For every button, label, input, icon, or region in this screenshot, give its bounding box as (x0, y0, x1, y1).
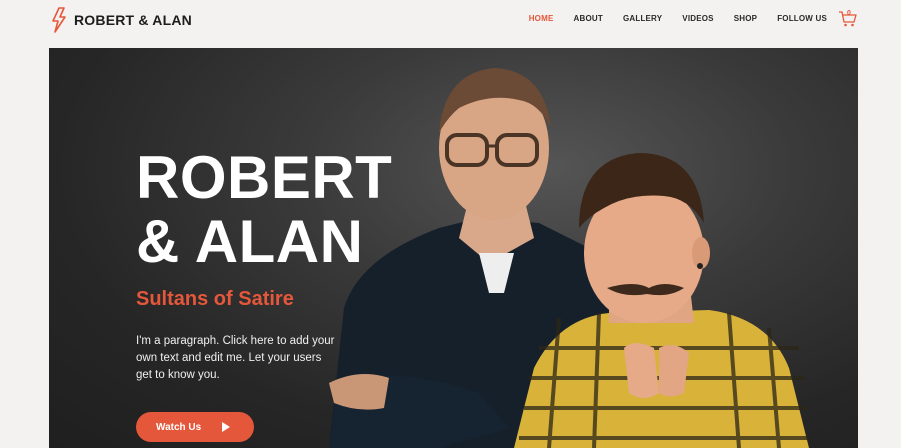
lightning-bolt-icon (52, 7, 66, 33)
cart-button[interactable]: 0 (838, 8, 858, 28)
nav-about[interactable]: ABOUT (574, 14, 603, 23)
nav-gallery[interactable]: GALLERY (623, 14, 662, 23)
site-header: ROBERT & ALAN HOME ABOUT GALLERY VIDEOS … (0, 0, 901, 46)
watch-us-button[interactable]: Watch Us (136, 412, 254, 442)
nav-videos[interactable]: VIDEOS (682, 14, 713, 23)
nav-shop[interactable]: SHOP (734, 14, 757, 23)
site-logo[interactable]: ROBERT & ALAN (50, 6, 192, 34)
play-icon (222, 422, 230, 432)
hero-paragraph: I'm a paragraph. Click here to add your … (136, 335, 335, 381)
main-nav: HOME ABOUT GALLERY VIDEOS SHOP FOLLOW US (509, 14, 827, 23)
hero-subtitle: Sultans of Satire (136, 288, 294, 310)
hero-section: ROBERT & ALAN Sultans of Satire I'm a pa… (49, 48, 858, 448)
hero-title-line-2: & ALAN (136, 208, 364, 275)
nav-home[interactable]: HOME (529, 14, 554, 23)
logo-text: ROBERT & ALAN (74, 12, 192, 28)
watch-us-label: Watch Us (156, 421, 202, 433)
hero-title-line-1: ROBERT (136, 144, 393, 211)
cart-count: 0 (847, 10, 851, 17)
hero-title: ROBERT & ALAN (136, 146, 392, 274)
nav-follow-us[interactable]: FOLLOW US (777, 14, 827, 23)
